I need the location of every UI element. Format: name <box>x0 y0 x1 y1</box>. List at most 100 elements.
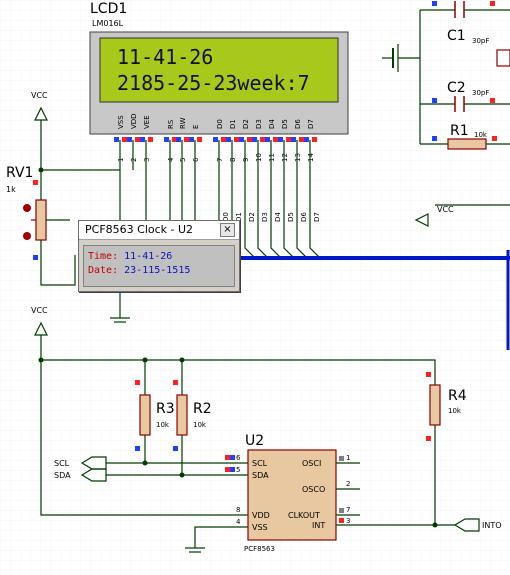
lcd-pin-number: 4 <box>167 157 175 162</box>
lcd-pin-number: 1 <box>117 158 125 162</box>
lcd-line-1: 11-41-26 <box>117 45 213 69</box>
rv1-value: 1k <box>6 185 16 194</box>
bus-label: D5 <box>287 212 295 222</box>
lcd-pin-number: 13 <box>294 153 302 162</box>
u2-pin-num-5: 5 <box>236 466 240 474</box>
vcc-label-2: VCC <box>31 306 48 315</box>
lcd-line-2: 2185-25-23week:7 <box>117 71 310 95</box>
lcd-pin-marker <box>234 137 239 142</box>
lcd-pin-marker <box>184 137 189 142</box>
lcd-pin-number: 6 <box>192 157 200 162</box>
lcd-pin-marker <box>265 137 270 142</box>
popup-title: PCF8563 Clock - U2 <box>85 223 194 236</box>
lcd-pin-marker <box>164 137 169 142</box>
lcd-pin-marker <box>273 137 278 142</box>
u2-pin-num-6: 6 <box>236 454 241 462</box>
bus-label: D4 <box>274 212 282 222</box>
u2-name: U2 <box>245 433 264 449</box>
u2-pin-name-clkout: CLKOUT <box>288 511 320 520</box>
lcd-pin-marker <box>252 137 257 142</box>
lcd-pin-marker <box>197 137 202 142</box>
u2-pin-num-1: 1 <box>346 454 350 462</box>
r2-value: 10k <box>193 421 207 429</box>
lcd-model: LM016L <box>92 19 124 28</box>
r2-name: R2 <box>193 401 212 417</box>
u2-pin-name-scl: SCL <box>252 459 268 468</box>
r1-name: R1 <box>450 123 469 139</box>
bus-label: D3 <box>261 212 269 222</box>
lcd-name: LCD1 <box>90 1 127 17</box>
lcd-pin-name: VDD <box>130 113 138 129</box>
lcd-pin-name: D0 <box>216 119 224 129</box>
lcd-pin-marker <box>278 137 283 142</box>
lcd-pin-name: D6 <box>294 119 302 129</box>
clock-popup-window[interactable]: PCF8563 Clock - U2 × Time: 11-41-26 Date… <box>78 220 240 292</box>
lcd-pin-marker <box>312 137 317 142</box>
popup-title-bar[interactable]: PCF8563 Clock - U2 × <box>79 221 239 240</box>
rv1-knob-top <box>23 204 31 212</box>
lcd-pin-number: 9 <box>242 158 250 162</box>
r1-value: 10k <box>474 131 488 139</box>
lcd-pin-number: 7 <box>216 158 224 162</box>
lcd-pin-name: D2 <box>242 119 250 129</box>
lcd-pin-marker <box>260 137 265 142</box>
r3-name: R3 <box>156 401 175 417</box>
rv1-pin-marker <box>33 180 38 185</box>
lcd-pin-marker <box>239 137 244 142</box>
schematic-canvas[interactable]: LCD1 LM016L 11-41-26 2185-25-23week:7 VS… <box>0 0 510 575</box>
lcd-pin-name: VSS <box>117 115 125 129</box>
u2-pin-name-osco: OSCO <box>302 485 325 494</box>
u2-pin-num-8: 8 <box>236 506 240 514</box>
lcd-pin-name: D7 <box>307 119 315 129</box>
c2-name: C2 <box>447 80 466 96</box>
lcd-pin-name: D3 <box>255 119 263 129</box>
u2-pin-name-osci: OSCI <box>302 459 321 468</box>
vcc-label-3: VCC <box>437 205 454 214</box>
lcd-pin-name: D5 <box>281 119 289 129</box>
date-value: 23-115-1515 <box>124 265 191 276</box>
lcd-pin-name: D4 <box>268 119 276 129</box>
lcd-pin-name: D1 <box>229 119 237 129</box>
u2-pin-name-vss: VSS <box>252 523 268 532</box>
lcd-pin-name: RS <box>167 119 175 129</box>
lcd-pin-number: 3 <box>143 158 151 162</box>
lcd-pin-number: 8 <box>229 158 237 162</box>
date-row: Date: 23-115-1515 <box>88 265 190 276</box>
lcd-pin-marker <box>286 137 291 142</box>
lcd-pin-marker <box>127 137 132 142</box>
lcd-pin-number: 5 <box>179 158 187 162</box>
lcd-pin-marker <box>291 137 296 142</box>
lcd-pin-number: 2 <box>130 158 138 162</box>
c1-value: 30pF <box>472 37 489 45</box>
lcd-pin-marker <box>304 137 309 142</box>
u2-pin-name-sda: SDA <box>252 471 269 480</box>
sda-terminal-label: SDA <box>54 471 71 480</box>
r4-name: R4 <box>448 388 467 404</box>
time-row: Time: 11-41-26 <box>88 251 172 262</box>
r4-value: 10k <box>448 407 462 415</box>
lcd-pin-marker <box>189 137 194 142</box>
time-label: Time: <box>88 251 119 262</box>
u2-pin-num-3: 3 <box>346 517 350 525</box>
lcd-pin-marker <box>247 137 252 142</box>
scl-terminal-label: SCL <box>54 459 70 468</box>
popup-body: Time: 11-41-26 Date: 23-115-1515 <box>83 245 235 287</box>
lcd-pin-marker <box>114 137 119 142</box>
lcd-pin-marker <box>122 137 127 142</box>
c2-value: 30pF <box>472 89 489 97</box>
u2-pin-num-2: 2 <box>346 480 350 488</box>
close-button[interactable]: × <box>220 223 235 237</box>
lcd-pin-number: 12 <box>281 153 289 162</box>
lcd-pin-marker <box>299 137 304 142</box>
lcd-pin-marker <box>221 137 226 142</box>
lcd-pin-number: 11 <box>268 153 276 162</box>
r3-value: 10k <box>156 421 170 429</box>
rv1-pin-marker <box>33 255 38 260</box>
u2-model: PCF8563 <box>244 545 275 553</box>
lcd-pin-number: 14 <box>307 153 315 162</box>
lcd-pin-number: 10 <box>255 153 263 162</box>
rv1-name: RV1 <box>6 165 33 181</box>
bus-label: D6 <box>300 212 308 222</box>
lcd-pin-name: VEE <box>143 115 151 129</box>
bus-label: D2 <box>248 212 256 222</box>
